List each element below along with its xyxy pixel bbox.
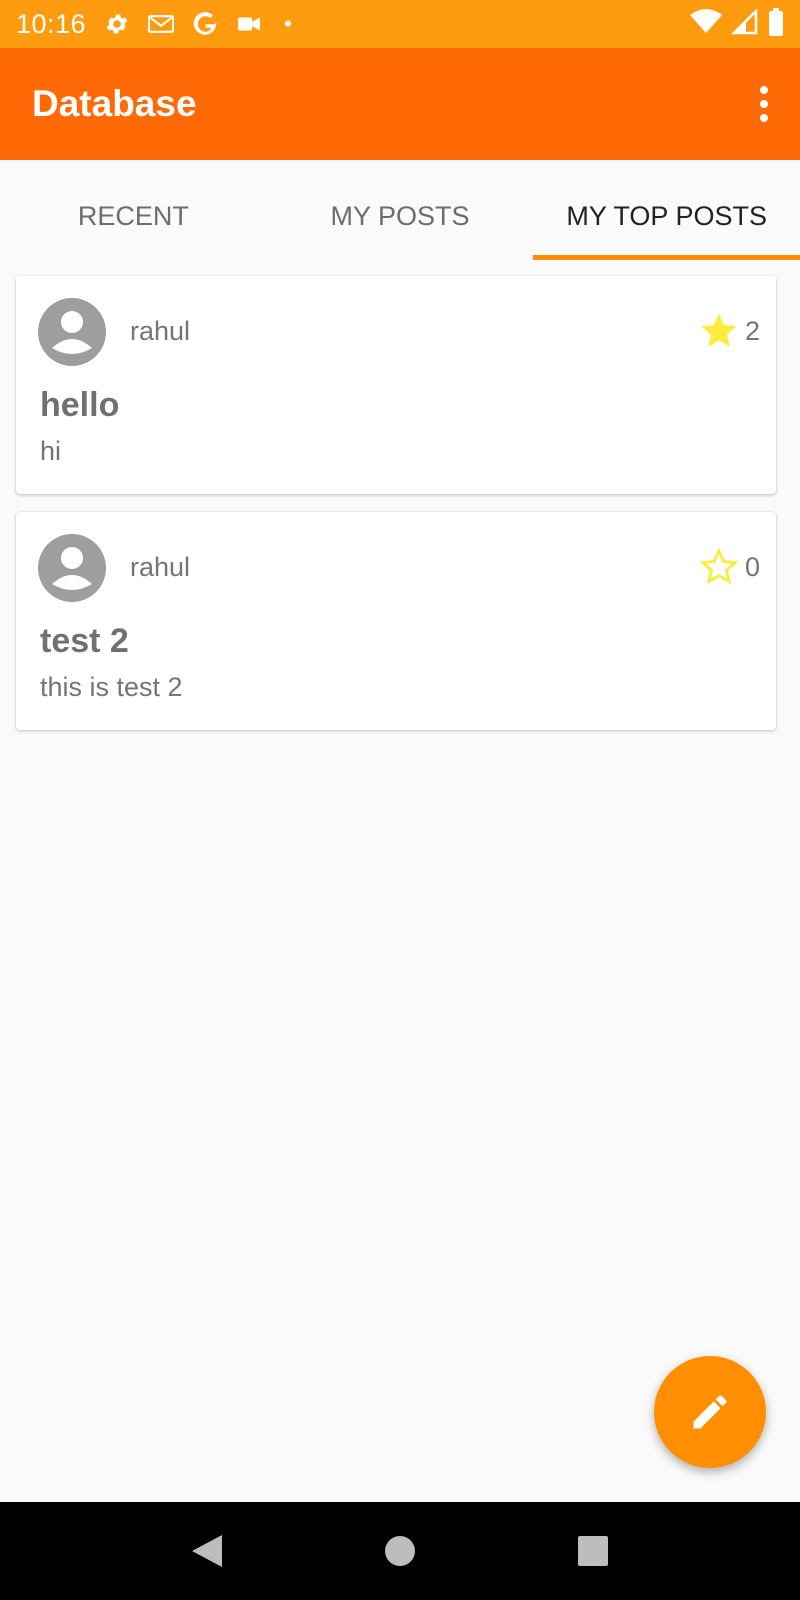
more-vert-icon[interactable]: [746, 74, 782, 134]
status-bar: 10:16 •: [0, 0, 800, 48]
app-bar: Database: [0, 48, 800, 160]
avatar-icon: [38, 298, 106, 366]
gear-icon: [104, 11, 130, 37]
post-author: rahul: [130, 316, 191, 346]
post-card[interactable]: rahul 2 hello hi: [16, 276, 776, 494]
app-title: Database: [32, 83, 197, 124]
tab-my-top-posts[interactable]: MY TOP POSTS: [533, 160, 800, 260]
status-right-icons: [690, 7, 784, 41]
star-count: 2: [744, 316, 760, 346]
post-card[interactable]: rahul 0 test 2 this is test 2: [16, 512, 776, 730]
star-filled-icon[interactable]: [698, 310, 740, 352]
system-nav-bar: [0, 1502, 800, 1600]
post-body: hi: [40, 436, 62, 466]
google-icon: [192, 11, 218, 37]
signal-icon: [730, 7, 758, 40]
star-outline-icon[interactable]: [698, 546, 740, 588]
wifi-icon: [690, 8, 722, 40]
edit-pencil-icon: [693, 1395, 727, 1429]
home-icon[interactable]: [375, 1526, 425, 1576]
tab-recent[interactable]: RECENT: [0, 160, 267, 260]
avatar-icon: [38, 534, 106, 602]
video-icon: [236, 11, 262, 37]
post-title: hello: [40, 386, 120, 424]
recents-icon[interactable]: [568, 1526, 618, 1576]
new-post-button[interactable]: [654, 1356, 766, 1468]
battery-icon: [768, 7, 784, 41]
post-author: rahul: [130, 552, 191, 582]
back-icon[interactable]: [182, 1526, 232, 1576]
star-count: 0: [744, 552, 760, 582]
gmail-icon: [148, 11, 175, 37]
dot-icon: •: [284, 11, 292, 36]
post-title: test 2: [40, 622, 129, 660]
tab-bar: RECENT MY POSTS MY TOP POSTS: [0, 160, 800, 260]
tab-my-posts[interactable]: MY POSTS: [267, 160, 534, 260]
post-body: this is test 2: [40, 672, 183, 702]
status-time: 10:16: [16, 8, 87, 39]
